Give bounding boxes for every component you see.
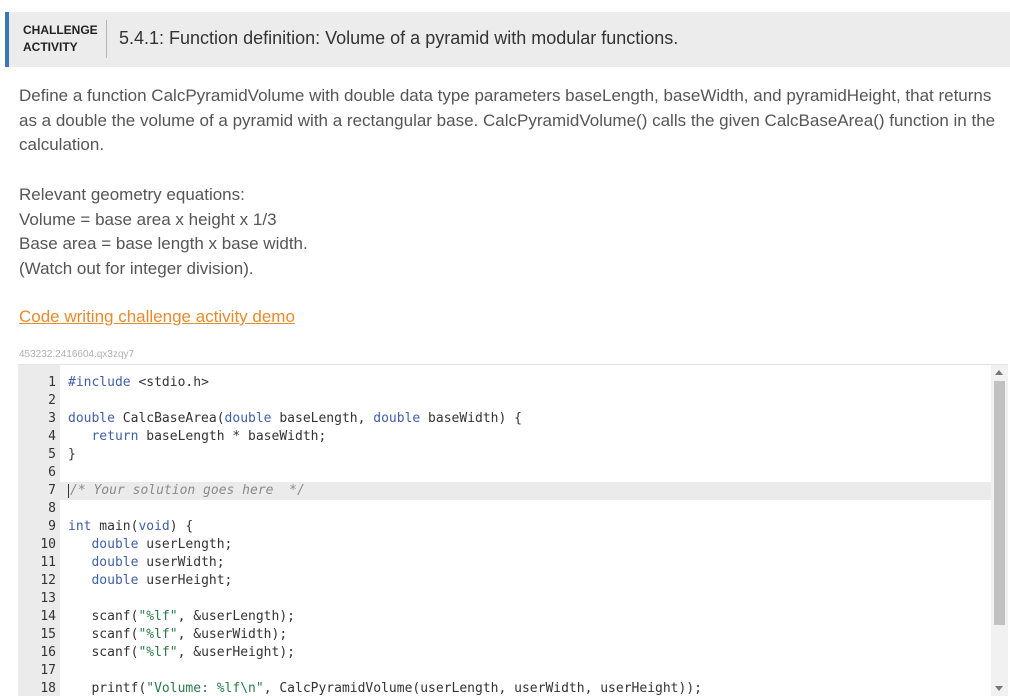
line-number: 12 — [40, 573, 56, 588]
line-number: 13 — [40, 591, 56, 606]
line-number: 4 — [48, 429, 56, 444]
code-text: double userHeight; — [91, 573, 233, 588]
geometry-equations: Relevant geometry equations: Volume = ba… — [19, 183, 1009, 281]
code-line[interactable]: 4 return baseLength * baseWidth; — [18, 428, 993, 446]
code-line[interactable]: 10 double userLength; — [18, 536, 993, 554]
line-number: 16 — [40, 645, 56, 660]
scroll-up-arrow-icon[interactable] — [995, 370, 1003, 375]
code-line[interactable]: 9 int main(void) { — [18, 518, 993, 536]
line-number: 18 — [40, 681, 56, 696]
vertical-scrollbar[interactable] — [991, 365, 1008, 696]
code-line[interactable]: 16 scanf("%lf", &userHeight); — [18, 644, 993, 662]
base-area-equation: Base area = base length x base width. — [19, 234, 308, 253]
code-line[interactable]: 12 double userHeight; — [18, 572, 993, 590]
code-text: double CalcBaseArea(double baseLength, d… — [68, 411, 522, 426]
equations-heading: Relevant geometry equations: — [19, 185, 245, 204]
code-text: #include <stdio.h> — [68, 375, 209, 390]
integer-division-note: (Watch out for integer division). — [19, 258, 254, 278]
code-line[interactable]: 8 — [18, 500, 993, 518]
scrollbar-thumb[interactable] — [994, 381, 1005, 625]
code-line[interactable]: 3 double CalcBaseArea(double baseLength, … — [18, 410, 993, 428]
demo-link[interactable]: Code writing challenge activity demo — [19, 307, 295, 327]
code-text: int main(void) { — [68, 519, 194, 534]
code-text: } — [68, 447, 76, 462]
text-cursor — [68, 483, 69, 498]
active-code-line[interactable]: 7 /* Your solution goes here */ — [18, 482, 993, 500]
header-divider — [106, 20, 107, 58]
code-line[interactable]: 14 scanf("%lf", &userLength); — [18, 608, 993, 626]
code-text: double userWidth; — [91, 555, 225, 570]
volume-equation: Volume = base area x height x 1/3 — [19, 209, 277, 229]
line-number: 17 — [40, 663, 56, 678]
code-lines[interactable]: 1 #include <stdio.h> 2 3 double CalcBaseAr… — [18, 374, 993, 696]
line-number: 6 — [48, 465, 56, 480]
line-number: 5 — [48, 447, 56, 462]
code-line[interactable]: 13 — [18, 590, 993, 608]
code-editor[interactable]: 1 #include <stdio.h> 2 3 double CalcBaseAr… — [18, 364, 1008, 696]
code-line[interactable]: 1 #include <stdio.h> — [18, 374, 993, 392]
code-line[interactable]: 15 scanf("%lf", &userWidth); — [18, 626, 993, 644]
code-text: return baseLength * baseWidth; — [91, 429, 327, 444]
code-line[interactable]: 2 — [18, 392, 993, 410]
line-number: 14 — [40, 609, 56, 624]
code-line[interactable]: 17 — [18, 662, 993, 680]
code-line[interactable]: 11 double userWidth; — [18, 554, 993, 572]
code-line[interactable]: 5} — [18, 446, 993, 464]
code-text: printf("Volume: %lf\n", CalcPyramidVolum… — [68, 681, 702, 696]
line-number: 15 — [40, 627, 56, 642]
code-text: double userLength; — [91, 537, 233, 552]
code-text: scanf("%lf", &userLength); — [68, 609, 295, 624]
line-number: 8 — [48, 501, 56, 516]
line-number: 3 — [48, 411, 56, 426]
code-line[interactable]: 6 — [18, 464, 993, 482]
code-text: scanf("%lf", &userHeight); — [68, 645, 295, 660]
activity-title: 5.4.1: Function definition: Volume of a … — [119, 28, 679, 48]
line-number: 11 — [40, 555, 56, 570]
line-number: 2 — [48, 393, 56, 408]
line-number: 1 — [48, 375, 56, 390]
activity-label: CHALLENGE ACTIVITY — [23, 23, 98, 54]
code-id: 453232.2416604.qx3zqy7 — [19, 349, 135, 360]
line-number: 7 — [48, 483, 56, 498]
line-number: 10 — [40, 537, 56, 552]
activity-description: Define a function CalcPyramidVolume with… — [19, 86, 996, 154]
code-line[interactable]: 18 printf("Volume: %lf\n", CalcPyramidVo… — [18, 680, 993, 696]
line-number: 9 — [48, 519, 56, 534]
code-text: scanf("%lf", &userWidth); — [68, 627, 288, 642]
code-text: /* Your solution goes here */ — [68, 483, 305, 498]
scroll-down-arrow-icon[interactable] — [995, 686, 1003, 691]
challenge-header: CHALLENGE ACTIVITY 5.4.1: Function defin… — [5, 12, 1010, 67]
